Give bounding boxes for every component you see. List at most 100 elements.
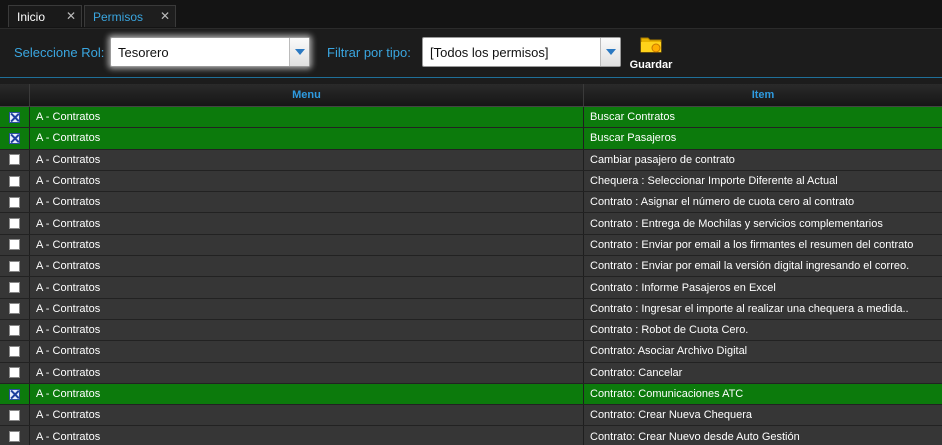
rol-select[interactable]: Tesorero (110, 37, 310, 67)
row-checkbox-cell[interactable] (0, 213, 30, 234)
checkbox[interactable] (9, 154, 20, 166)
item-cell: Contrato : Robot de Cuota Cero. (590, 324, 749, 337)
toolbar: Seleccione Rol: Tesorero Filtrar por tip… (0, 28, 942, 78)
tipo-value: [Todos los permisos] (430, 45, 549, 60)
table-row[interactable]: A - Contratos Contrato : Ingresar el impo… (0, 298, 942, 320)
tab-bar: Inicio ✕ Permisos ✕ (0, 0, 942, 28)
header-menu[interactable]: Menu (30, 84, 584, 106)
item-cell: Chequera : Seleccionar Importe Diferente… (590, 175, 838, 188)
menu-cell: A - Contratos (30, 383, 584, 405)
table-row[interactable]: A - Contratos Contrato: Crear Nueva Chequ… (0, 405, 942, 427)
item-cell: Contrato : Enviar por email a los firman… (590, 238, 914, 251)
checkbox[interactable] (9, 367, 20, 379)
checkbox[interactable] (9, 409, 20, 421)
row-checkbox-cell[interactable] (0, 277, 30, 298)
permissions-table: A - Contratos Buscar Contratos A - Contrat… (0, 107, 942, 445)
chevron-down-icon[interactable] (289, 38, 309, 66)
checkbox[interactable] (9, 218, 20, 230)
table-row[interactable]: A - Contratos Contrato: Asociar Archivo D… (0, 341, 942, 363)
table-row[interactable]: A - Contratos Contrato : Robot de Cuota C… (0, 319, 942, 342)
checkbox[interactable] (9, 111, 20, 123)
table-row[interactable]: A - Contratos Contrato: Cancelar (0, 362, 942, 384)
tipo-select[interactable]: [Todos los permisos] (422, 37, 621, 67)
row-checkbox-cell[interactable] (0, 383, 30, 405)
menu-cell: A - Contratos (30, 107, 584, 128)
checkbox[interactable] (9, 431, 20, 443)
save-button[interactable]: Guardar (626, 33, 676, 77)
checkbox[interactable] (9, 303, 20, 315)
table-row[interactable]: A - Contratos Buscar Contratos (0, 107, 942, 129)
item-cell: Contrato: Crear Nuevo desde Auto Gestión (590, 430, 800, 443)
checkbox[interactable] (9, 282, 20, 294)
grid-header: Menu Item (0, 84, 942, 107)
menu-cell: A - Contratos (30, 234, 584, 256)
menu-cell: A - Contratos (30, 170, 584, 192)
header-check-column (0, 84, 30, 106)
tab-label: Permisos (93, 9, 144, 24)
row-checkbox-cell[interactable] (0, 426, 30, 445)
folder-icon (640, 37, 662, 53)
rol-value: Tesorero (118, 45, 169, 60)
row-checkbox-cell[interactable] (0, 234, 30, 256)
checkbox[interactable] (9, 175, 20, 187)
table-row[interactable]: A - Contratos Contrato : Enviar por email… (0, 256, 942, 278)
row-checkbox-cell[interactable] (0, 192, 30, 213)
row-checkbox-cell[interactable] (0, 149, 30, 170)
header-item[interactable]: Item (584, 84, 942, 106)
checkbox[interactable] (9, 132, 20, 144)
item-cell: Buscar Pasajeros (590, 132, 677, 145)
table-row[interactable]: A - Contratos Contrato : Informe Pasajero… (0, 277, 942, 299)
row-checkbox-cell[interactable] (0, 319, 30, 341)
checkbox[interactable] (9, 196, 20, 208)
row-checkbox-cell[interactable] (0, 341, 30, 362)
item-cell: Contrato : Ingresar el importe al realiz… (590, 302, 909, 315)
tab-label: Inicio (17, 9, 46, 24)
menu-cell: A - Contratos (30, 426, 584, 445)
item-cell: Contrato: Comunicaciones ATC (590, 388, 744, 400)
row-checkbox-cell[interactable] (0, 170, 30, 192)
close-icon[interactable]: ✕ (66, 9, 76, 23)
row-checkbox-cell[interactable] (0, 362, 30, 383)
table-row[interactable]: A - Contratos Buscar Pasajeros (0, 128, 942, 150)
table-row[interactable]: A - Contratos Contrato : Asignar el númer… (0, 192, 942, 214)
table-row[interactable]: A - Contratos Cambiar pasajero de contrat… (0, 149, 942, 171)
tab-permisos[interactable]: Permisos ✕ (84, 5, 176, 27)
tipo-label: Filtrar por tipo: (327, 45, 411, 60)
item-cell: Contrato: Crear Nueva Chequera (590, 409, 753, 422)
row-checkbox-cell[interactable] (0, 256, 30, 277)
menu-cell: A - Contratos (30, 213, 584, 234)
close-icon[interactable]: ✕ (160, 9, 170, 23)
table-row[interactable]: A - Contratos Contrato: Comunicaciones AT… (0, 383, 942, 406)
table-row[interactable]: A - Contratos Contrato : Entrega de Mochi… (0, 213, 942, 235)
menu-cell: A - Contratos (30, 128, 584, 149)
menu-cell: A - Contratos (30, 298, 584, 319)
checkbox[interactable] (9, 345, 20, 357)
checkbox[interactable] (9, 239, 20, 251)
menu-cell: A - Contratos (30, 319, 584, 341)
chevron-down-icon[interactable] (600, 38, 620, 66)
item-cell: Contrato : Asignar el número de cuota ce… (590, 196, 855, 209)
row-checkbox-cell[interactable] (0, 128, 30, 149)
table-row[interactable]: A - Contratos Chequera : Seleccionar Impo… (0, 170, 942, 193)
menu-cell: A - Contratos (30, 341, 584, 362)
menu-cell: A - Contratos (30, 192, 584, 213)
table-row[interactable]: A - Contratos Contrato : Enviar por email… (0, 234, 942, 257)
menu-cell: A - Contratos (30, 256, 584, 277)
save-label: Guardar (629, 59, 673, 71)
row-checkbox-cell[interactable] (0, 298, 30, 319)
row-checkbox-cell[interactable] (0, 405, 30, 426)
menu-cell: A - Contratos (30, 362, 584, 383)
checkbox[interactable] (9, 388, 20, 400)
item-cell: Contrato: Cancelar (590, 366, 683, 379)
item-cell: Buscar Contratos (590, 111, 675, 124)
item-cell: Contrato : Enviar por email la versión d… (590, 260, 910, 273)
tab-inicio[interactable]: Inicio ✕ (8, 5, 82, 27)
menu-cell: A - Contratos (30, 405, 584, 426)
menu-cell: A - Contratos (30, 277, 584, 298)
item-cell: Cambiar pasajero de contrato (590, 153, 735, 166)
row-checkbox-cell[interactable] (0, 107, 30, 128)
checkbox[interactable] (9, 324, 20, 336)
rol-label: Seleccione Rol: (14, 45, 105, 60)
table-row[interactable]: A - Contratos Contrato: Crear Nuevo desde… (0, 426, 942, 445)
checkbox[interactable] (9, 260, 20, 272)
